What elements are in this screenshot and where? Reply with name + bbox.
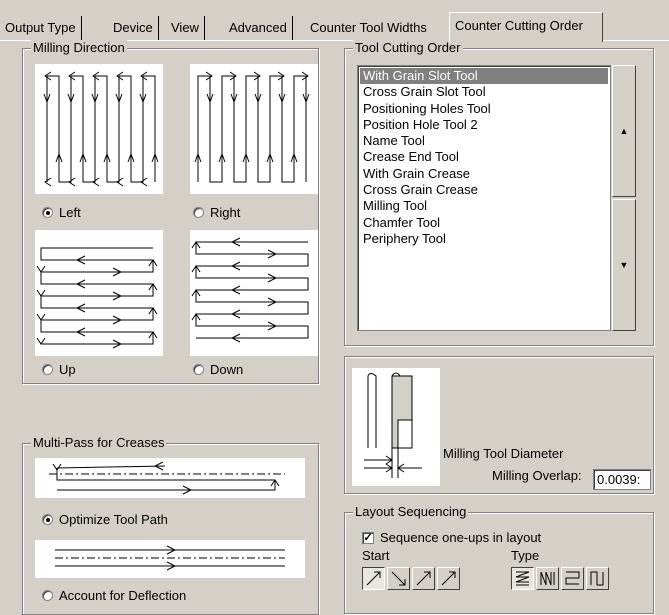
tab-advanced[interactable]: Advanced: [224, 16, 293, 40]
right-radio-label: Right: [210, 205, 241, 220]
sequence-one-ups-checkbox[interactable]: ✓ Sequence one-ups in layout: [362, 530, 541, 545]
list-item[interactable]: Positioning Holes Tool: [360, 101, 608, 117]
down-arrow-icon: ▼: [619, 260, 629, 270]
serpentine-icon: [565, 571, 580, 585]
up-arrow-icon: ▲: [619, 126, 629, 136]
left-direction-diagram: [35, 64, 163, 194]
deflection-radio-label: Account for Deflection: [59, 588, 187, 603]
move-down-button[interactable]: ▼: [612, 199, 636, 331]
right-direction-diagram: [190, 64, 318, 194]
check-icon[interactable]: ✓: [362, 531, 374, 544]
vertical-serpentine-icon: [590, 571, 604, 586]
list-item[interactable]: Chamfer Tool: [360, 215, 608, 231]
type-label: Type: [511, 548, 540, 563]
up-radio-label: Up: [59, 362, 76, 377]
list-item[interactable]: With Grain Crease: [360, 166, 608, 182]
start-bottom-right-button[interactable]: [437, 567, 460, 590]
optimize-radio-button[interactable]: [42, 514, 53, 525]
deflection-radio-button[interactable]: [42, 590, 53, 601]
list-item[interactable]: Cross Grain Crease: [360, 182, 608, 198]
type-vertical-serpentine-button[interactable]: [586, 567, 609, 590]
type-vertical-zigzag-button[interactable]: [536, 567, 559, 590]
down-direction-diagram: [190, 230, 318, 356]
down-radio[interactable]: Down: [193, 362, 243, 377]
left-radio-label: Left: [59, 205, 81, 220]
layout-sequencing-group: Layout Sequencing: [344, 504, 654, 614]
right-radio-button[interactable]: [193, 207, 204, 218]
left-radio-button[interactable]: [42, 207, 53, 218]
tab-counter-cutting-order[interactable]: Counter Cutting Order: [449, 12, 603, 42]
list-item[interactable]: Cross Grain Slot Tool: [360, 84, 608, 100]
vertical-zigzag-icon: [540, 571, 555, 586]
up-radio[interactable]: Up: [42, 362, 76, 377]
optimize-path-diagram: [35, 458, 305, 498]
tab-counter-tool-widths[interactable]: Counter Tool Widths: [305, 16, 432, 40]
list-item[interactable]: Position Hole Tool 2: [360, 117, 608, 133]
start-label: Start: [362, 548, 390, 563]
layout-sequencing-title: Layout Sequencing: [353, 504, 469, 519]
deflection-radio[interactable]: Account for Deflection: [42, 588, 186, 603]
diagonal-arrow-icon: [366, 571, 381, 586]
diagonal-arrow-icon: [441, 571, 456, 586]
down-radio-label: Down: [210, 362, 244, 377]
milling-direction-title: Milling Direction: [31, 40, 127, 55]
multi-pass-title: Multi-Pass for Creases: [31, 435, 167, 450]
tool-cutting-order-list[interactable]: With Grain Slot Tool Cross Grain Slot To…: [357, 65, 611, 331]
milling-overlap-label: Milling Overlap:: [492, 468, 582, 483]
optimize-radio-label: Optimize Tool Path: [59, 512, 168, 527]
sequence-one-ups-label: Sequence one-ups in layout: [380, 530, 542, 545]
tab-view[interactable]: View: [166, 16, 205, 40]
down-radio-button[interactable]: [193, 364, 204, 375]
tab-output-type[interactable]: Output Type: [0, 16, 82, 40]
tab-device[interactable]: Device: [108, 16, 159, 40]
diagonal-arrow-icon: [391, 571, 406, 586]
up-radio-button[interactable]: [42, 364, 53, 375]
up-direction-diagram: [35, 230, 163, 356]
start-bottom-left-button[interactable]: [362, 567, 385, 590]
list-item[interactable]: Crease End Tool: [360, 149, 608, 165]
start-top-right-button[interactable]: [412, 567, 435, 590]
list-item[interactable]: Name Tool: [360, 133, 608, 149]
start-top-left-button[interactable]: [387, 567, 410, 590]
list-item[interactable]: Milling Tool: [360, 198, 608, 214]
list-item[interactable]: With Grain Slot Tool: [360, 68, 608, 85]
tab-strip: Output Type Device View Advanced Counter…: [0, 0, 669, 42]
list-item[interactable]: Periphery Tool: [360, 231, 608, 247]
move-up-button[interactable]: ▲: [612, 65, 636, 197]
optimize-radio[interactable]: Optimize Tool Path: [42, 512, 168, 527]
diagonal-arrow-icon: [416, 571, 431, 586]
right-radio[interactable]: Right: [193, 205, 240, 220]
milling-overlap-field[interactable]: 0.0039:: [593, 469, 651, 490]
milling-tool-diameter-label: Milling Tool Diameter: [443, 446, 564, 461]
tool-cutting-order-title: Tool Cutting Order: [353, 40, 463, 55]
milling-tool-diagram: [352, 368, 440, 486]
left-radio[interactable]: Left: [42, 205, 81, 220]
type-serpentine-button[interactable]: [561, 567, 584, 590]
zigzag-icon: [515, 571, 530, 586]
deflection-diagram: [35, 540, 305, 578]
type-zigzag-button[interactable]: [511, 567, 534, 590]
